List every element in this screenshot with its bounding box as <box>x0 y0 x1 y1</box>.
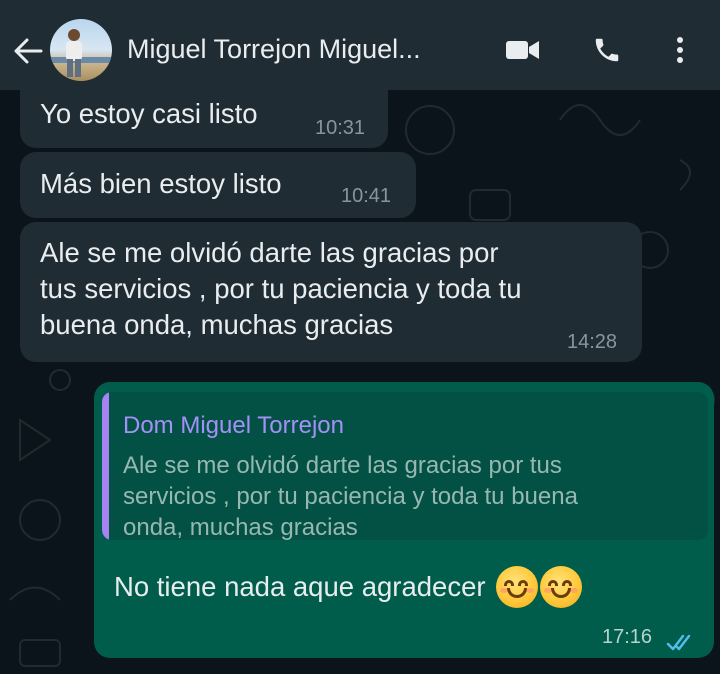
more-options-icon[interactable] <box>664 30 696 70</box>
message-text: Yo estoy casi listo <box>40 98 258 129</box>
message-time: 17:16 <box>602 626 653 648</box>
message-text: Ale se me olvidó darte las gracias por t… <box>40 235 522 343</box>
read-receipt-icon <box>666 626 696 662</box>
message-time: 10:41 <box>341 185 392 207</box>
phone-icon[interactable] <box>585 30 629 70</box>
message-time: 14:28 <box>567 331 618 353</box>
video-call-icon[interactable] <box>500 30 546 70</box>
contact-name[interactable]: Miguel Torrejon Miguel... <box>127 34 487 65</box>
smiling-face-icon <box>495 566 538 608</box>
message-text: No tiene nada aque agradecer <box>114 571 486 602</box>
chat-screen: Miguel Torrejon Miguel... Yo estoy casi … <box>0 0 720 674</box>
quoted-line: Ale se me olvidó darte las gracias por t… <box>123 452 562 479</box>
message-line: Ale se me olvidó darte las gracias por <box>40 237 499 268</box>
message-line: tus servicios , por tu paciencia y toda … <box>40 273 522 304</box>
message-bubble-incoming[interactable]: Más bien estoy listo 10:41 <box>20 152 416 218</box>
avatar[interactable] <box>50 19 112 81</box>
back-arrow-icon[interactable] <box>10 33 46 69</box>
quoted-line: onda, muchas gracias <box>123 514 358 540</box>
message-text: Más bien estoy listo <box>40 168 282 199</box>
message-bubble-outgoing[interactable]: Dom Miguel Torrejon Ale se me olvidó dar… <box>94 382 714 658</box>
message-bubble-incoming[interactable]: Ale se me olvidó darte las gracias por t… <box>20 222 642 362</box>
smiling-face-icon <box>539 566 582 608</box>
message-line: buena onda, muchas gracias <box>40 309 394 340</box>
quote-accent-bar <box>102 392 109 540</box>
quoted-author: Dom Miguel Torrejon <box>123 412 344 439</box>
quoted-message[interactable]: Dom Miguel Torrejon Ale se me olvidó dar… <box>102 392 708 540</box>
chat-header: Miguel Torrejon Miguel... <box>0 0 720 90</box>
message-time: 10:31 <box>315 117 366 139</box>
quoted-text: Ale se me olvidó darte las gracias por t… <box>123 450 683 540</box>
quoted-line: servicios , por tu paciencia y toda tu b… <box>123 483 578 510</box>
message-body: No tiene nada aque agradecer <box>114 566 582 608</box>
